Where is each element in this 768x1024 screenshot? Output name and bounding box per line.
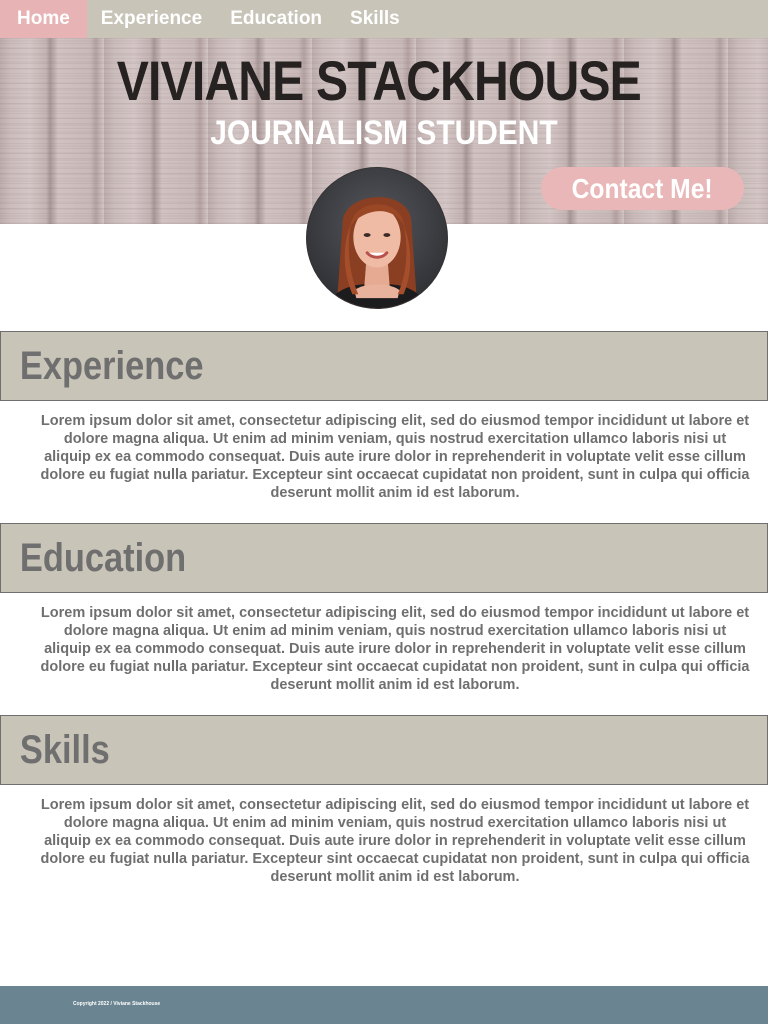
experience-header: Experience xyxy=(0,331,768,401)
skills-body: Lorem ipsum dolor sit amet, consectetur … xyxy=(40,797,750,885)
education-body: Lorem ipsum dolor sit amet, consectetur … xyxy=(40,605,750,693)
contact-button[interactable]: Contact Me! xyxy=(541,167,744,210)
nav-home[interactable]: Home xyxy=(0,0,87,38)
nav-skills[interactable]: Skills xyxy=(336,0,414,38)
experience-title: Experience xyxy=(19,343,204,388)
top-nav: Home Experience Education Skills xyxy=(0,0,768,38)
nav-experience[interactable]: Experience xyxy=(87,0,216,38)
footer: Copyright 2022 / Viviane Stackhouse xyxy=(0,986,768,1024)
footer-copyright: Copyright 2022 / Viviane Stackhouse xyxy=(73,1001,161,1007)
experience-body: Lorem ipsum dolor sit amet, consectetur … xyxy=(40,413,750,501)
education-header: Education xyxy=(0,523,768,593)
education-title: Education xyxy=(19,535,187,580)
hero-name: VIVIANE STACKHOUSE xyxy=(116,49,642,112)
nav-education[interactable]: Education xyxy=(216,0,336,38)
skills-title: Skills xyxy=(19,727,110,772)
avatar xyxy=(306,167,448,309)
skills-header: Skills xyxy=(0,715,768,785)
profile-photo-icon xyxy=(307,168,447,308)
contact-button-label: Contact Me! xyxy=(571,172,713,204)
hero-subtitle: JOURNALISM STUDENT xyxy=(210,114,558,152)
